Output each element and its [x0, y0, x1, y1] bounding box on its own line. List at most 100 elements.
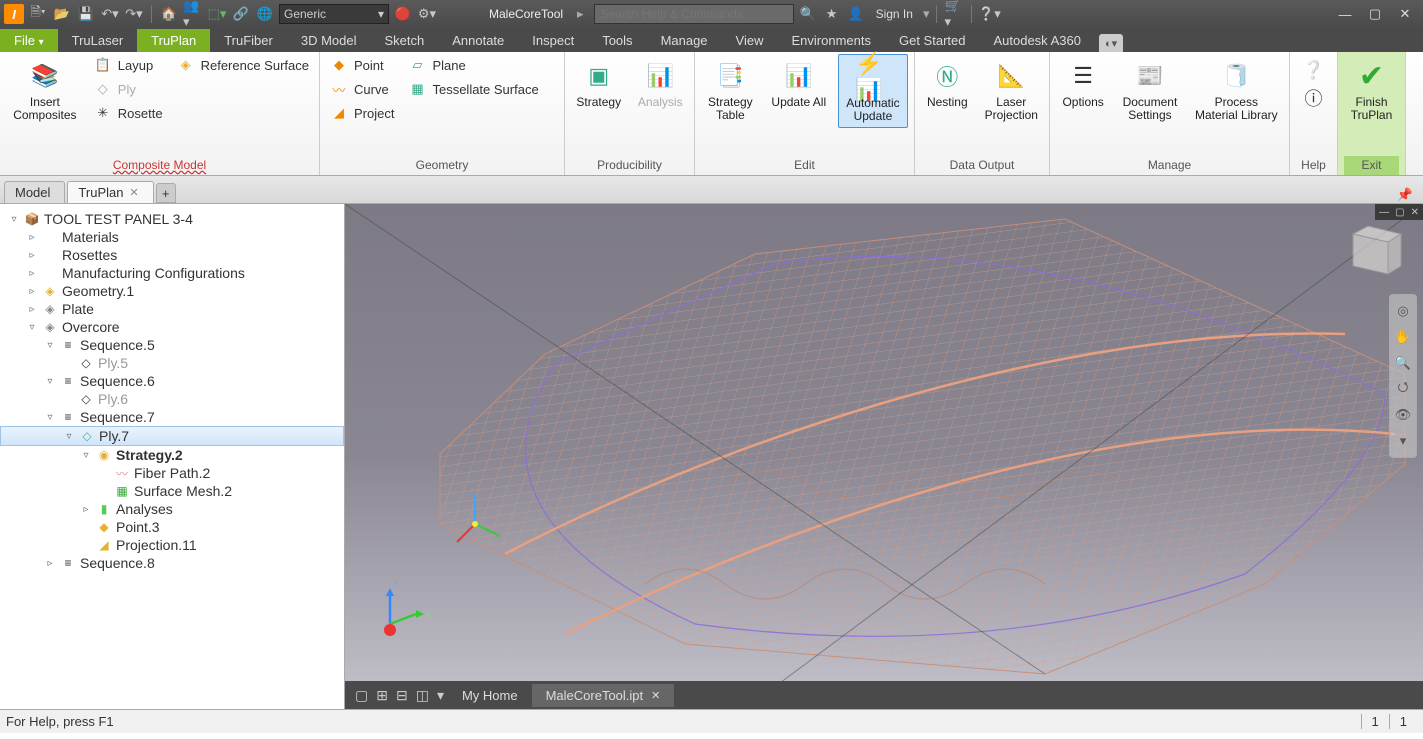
expander-icon[interactable]: ▿ [44, 376, 56, 387]
expander-icon[interactable]: ▿ [63, 431, 75, 442]
close-icon[interactable]: ✕ [129, 186, 138, 199]
finish-truplan-button[interactable]: ✔ Finish TruPlan [1344, 54, 1399, 126]
ribbon-tab-sketch[interactable]: Sketch [370, 29, 438, 52]
tree-node[interactable]: 〰Fiber Path.2 [0, 464, 344, 482]
nesting-button[interactable]: Ⓝ Nesting [921, 54, 974, 113]
signin-link[interactable]: Sign In [870, 7, 919, 21]
plane-button[interactable]: ▱Plane [404, 54, 542, 76]
window-restore-button[interactable]: ▢ [1361, 4, 1389, 24]
tree-node[interactable]: ▿≡Sequence.5 [0, 336, 344, 354]
pan-icon[interactable]: ✋ [1393, 327, 1413, 347]
qat-globe-icon[interactable]: 🌐 [255, 4, 275, 24]
qat-settings-icon[interactable]: ⚙▾ [417, 4, 437, 24]
qat-new-icon[interactable]: 🗎▾ [28, 4, 48, 24]
tree-node[interactable]: ▦Surface Mesh.2 [0, 482, 344, 500]
3d-viewport[interactable]: — ▢ ✕ [345, 204, 1423, 709]
orbit-icon[interactable]: ⭯ [1393, 379, 1413, 399]
info-panel-icon[interactable]: ⓘ [1305, 85, 1323, 111]
tree-node[interactable]: ◆Point.3 [0, 518, 344, 536]
analysis-button[interactable]: 📊 Analysis [633, 54, 689, 113]
ribbon-tab-trufiber[interactable]: TruFiber [210, 29, 287, 52]
options-button[interactable]: ☰ Options [1056, 54, 1110, 113]
tree-node[interactable]: ▹Manufacturing Configurations [0, 264, 344, 282]
reference-surface-button[interactable]: ◈Reference Surface [173, 54, 313, 76]
file-tab[interactable]: File ▾ [0, 29, 58, 52]
expander-icon[interactable]: ▹ [26, 250, 38, 261]
pin-icon[interactable]: 📌 [1393, 187, 1417, 203]
ribbon-tab-annotate[interactable]: Annotate [438, 29, 518, 52]
tree-node[interactable]: ◢Projection.11 [0, 536, 344, 554]
update-all-button[interactable]: 📊 Update All [766, 54, 832, 113]
layout-vert-icon[interactable]: ◫ [412, 687, 433, 704]
expander-icon[interactable]: ▹ [26, 286, 38, 297]
insert-composites-button[interactable]: 📚 Insert Composites [6, 54, 84, 126]
expander-icon[interactable]: ▿ [44, 340, 56, 351]
material-dropdown[interactable]: Generic [279, 4, 389, 24]
expander-icon[interactable]: ▹ [26, 268, 38, 279]
qat-link-icon[interactable]: 🔗 [231, 4, 251, 24]
window-minimize-button[interactable]: — [1331, 4, 1359, 24]
qat-team-icon[interactable]: 👥▾ [183, 4, 203, 24]
qat-save-icon[interactable]: 💾 [76, 4, 96, 24]
extra-tab-icon[interactable]: ◐▾ [1099, 34, 1123, 52]
close-icon[interactable]: ✕ [651, 689, 660, 702]
tab-doc[interactable]: MaleCoreTool.ipt✕ [532, 684, 675, 707]
layout-single-icon[interactable]: ▢ [351, 687, 372, 704]
tree-node[interactable]: ▹◈Plate [0, 300, 344, 318]
curve-button[interactable]: 〰Curve [326, 78, 398, 100]
user-icon[interactable]: 👤 [846, 4, 866, 24]
tree-node[interactable]: ▿◇Ply.7 [0, 426, 344, 446]
model-tree[interactable]: ▿📦TOOL TEST PANEL 3-4▹Materials▹Rosettes… [0, 204, 345, 709]
qat-redo-icon[interactable]: ↷▾ [124, 4, 144, 24]
help-icon[interactable]: ❔▾ [979, 4, 999, 24]
expander-icon[interactable]: ▿ [8, 214, 20, 225]
view-cube[interactable] [1333, 224, 1403, 294]
qat-appearance-icon[interactable]: 🔴 [393, 4, 413, 24]
strategy-button[interactable]: ▣ Strategy [571, 54, 627, 113]
qat-open-icon[interactable]: 📂 [52, 4, 72, 24]
tree-node[interactable]: ▿◉Strategy.2 [0, 446, 344, 464]
laser-projection-button[interactable]: 📐 Laser Projection [980, 54, 1043, 126]
zoom-icon[interactable]: 🔍 [1393, 353, 1413, 373]
ribbon-tab-3d-model[interactable]: 3D Model [287, 29, 371, 52]
ribbon-tab-environments[interactable]: Environments [778, 29, 885, 52]
layout-quad-icon[interactable]: ⊞ [372, 687, 392, 704]
tree-node[interactable]: ▿📦TOOL TEST PANEL 3-4 [0, 210, 344, 228]
tab-my-home[interactable]: My Home [448, 684, 532, 707]
tree-node[interactable]: ▿◈Overcore [0, 318, 344, 336]
doc-settings-button[interactable]: 📰 Document Settings [1116, 54, 1183, 126]
tree-node[interactable]: ◇Ply.5 [0, 354, 344, 372]
ply-button[interactable]: ◇Ply [90, 78, 167, 100]
expander-icon[interactable]: ▿ [44, 412, 56, 423]
project-button[interactable]: ◢Project [326, 102, 398, 124]
expander-icon[interactable]: ▹ [26, 304, 38, 315]
qat-select-icon[interactable]: ⬚▾ [207, 4, 227, 24]
ribbon-tab-get-started[interactable]: Get Started [885, 29, 979, 52]
window-close-button[interactable]: ✕ [1391, 4, 1419, 24]
tab-truplan[interactable]: TruPlan✕ [67, 181, 153, 203]
ribbon-tab-trulaser[interactable]: TruLaser [58, 29, 138, 52]
expander-icon[interactable]: ▿ [26, 322, 38, 333]
tree-node[interactable]: ▿≡Sequence.6 [0, 372, 344, 390]
expander-icon[interactable]: ▹ [26, 232, 38, 243]
strategy-table-button[interactable]: 📑 Strategy Table [701, 54, 760, 126]
ribbon-tab-tools[interactable]: Tools [588, 29, 646, 52]
expander-icon[interactable]: ▹ [80, 504, 92, 515]
search-input[interactable] [594, 4, 794, 24]
ribbon-tab-manage[interactable]: Manage [647, 29, 722, 52]
favorite-icon[interactable]: ★ [822, 4, 842, 24]
ribbon-tab-inspect[interactable]: Inspect [518, 29, 588, 52]
tree-node[interactable]: ▹◈Geometry.1 [0, 282, 344, 300]
material-library-button[interactable]: 🧻 Process Material Library [1190, 54, 1283, 126]
expander-icon[interactable]: ▿ [80, 450, 92, 461]
nav-bar[interactable]: ◎ ✋ 🔍 ⭯ 👁 ▾ [1389, 294, 1417, 458]
layout-more-icon[interactable]: ▾ [433, 687, 448, 704]
tree-node[interactable]: ▹Materials [0, 228, 344, 246]
navbar-expand-icon[interactable]: ▾ [1393, 431, 1413, 451]
tree-node[interactable]: ◇Ply.6 [0, 390, 344, 408]
lookat-icon[interactable]: 👁 [1393, 405, 1413, 425]
steering-wheel-icon[interactable]: ◎ [1393, 301, 1413, 321]
tab-model[interactable]: Model [4, 181, 65, 203]
tree-node[interactable]: ▹≡Sequence.8 [0, 554, 344, 572]
automatic-update-button[interactable]: ⚡📊 Automatic Update [838, 54, 908, 128]
